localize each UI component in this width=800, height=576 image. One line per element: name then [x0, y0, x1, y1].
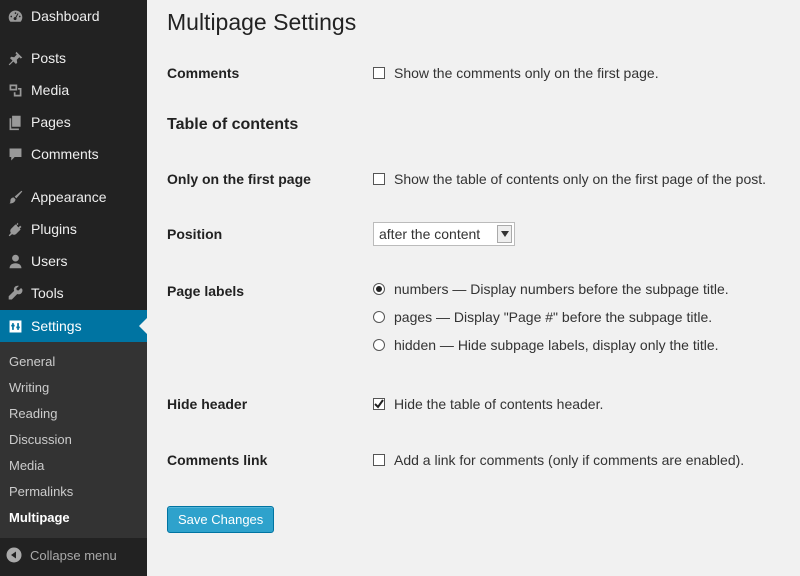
sidebar-item-comments[interactable]: Comments	[0, 138, 147, 170]
collapse-menu-label: Collapse menu	[30, 547, 117, 563]
first-page-option-text: Show the table of contents only on the f…	[394, 171, 767, 187]
wrench-icon	[5, 283, 25, 303]
sidebar-item-label: Tools	[31, 285, 64, 301]
user-icon	[5, 251, 25, 271]
comment-icon	[5, 144, 25, 164]
sidebar-item-posts[interactable]: Posts	[0, 42, 147, 74]
sidebar-item-label: Comments	[31, 146, 99, 162]
checkmark-icon	[374, 399, 384, 409]
sidebar-item-media[interactable]: Media	[0, 74, 147, 106]
comments-link-label: Comments link	[167, 452, 268, 468]
numbers-radio[interactable]	[373, 283, 385, 295]
dashboard-icon	[5, 6, 25, 26]
pages-option-text: pages — Display "Page #" before the subp…	[394, 309, 713, 325]
settings-submenu: General Writing Reading Discussion Media…	[0, 342, 147, 538]
radio-selected-dot	[376, 286, 382, 292]
pin-icon	[5, 48, 25, 68]
toc-first-page-checkbox[interactable]	[373, 173, 385, 185]
sidebar-item-pages[interactable]: Pages	[0, 106, 147, 138]
main-content: Multipage Settings Comments Show the com…	[147, 0, 800, 576]
page-labels-label: Page labels	[167, 283, 245, 299]
page-labels-option-hidden: hidden — Hide subpage labels, display on…	[373, 337, 719, 353]
sidebar-item-label: Settings	[31, 318, 82, 334]
pages-radio[interactable]	[373, 311, 385, 323]
position-label: Position	[167, 226, 223, 242]
sidebar-item-appearance[interactable]: Appearance	[0, 181, 147, 213]
position-select-value: after the content	[379, 226, 481, 242]
sidebar-item-label: Dashboard	[31, 8, 100, 24]
first-page-option: Show the table of contents only on the f…	[373, 171, 766, 187]
chevron-down-icon	[497, 225, 512, 243]
sidebar-item-label: Plugins	[31, 221, 77, 237]
toc-section-title: Table of contents	[167, 116, 299, 133]
submenu-item-multipage[interactable]: Multipage	[9, 510, 70, 525]
sidebar-item-users[interactable]: Users	[0, 245, 147, 277]
position-select[interactable]: after the content	[373, 222, 515, 246]
hide-header-option-text: Hide the table of contents header.	[394, 396, 604, 412]
collapse-arrow-icon	[6, 547, 22, 563]
hidden-option-text: hidden — Hide subpage labels, display on…	[394, 337, 719, 353]
page-title: Multipage Settings	[167, 9, 357, 35]
comments-link-option: Add a link for comments (only if comment…	[373, 452, 744, 468]
pages-icon	[5, 112, 25, 132]
hide-header-option: Hide the table of contents header.	[373, 396, 603, 412]
comments-first-page-checkbox[interactable]	[373, 67, 385, 79]
media-icon	[5, 80, 25, 100]
comments-link-checkbox[interactable]	[373, 454, 385, 466]
page-labels-option-pages: pages — Display "Page #" before the subp…	[373, 309, 712, 325]
submenu-item-general[interactable]: General	[9, 354, 55, 369]
comments-option: Show the comments only on the first page…	[373, 65, 659, 81]
submenu-item-discussion[interactable]: Discussion	[9, 432, 72, 447]
sidebar-item-label: Pages	[31, 114, 71, 130]
sidebar-item-settings[interactable]: Settings	[0, 310, 147, 342]
hide-header-label: Hide header	[167, 396, 248, 412]
plugin-icon	[5, 219, 25, 239]
sidebar-item-label: Media	[31, 82, 70, 98]
admin-sidebar: Dashboard Posts Media Pages Comments App…	[0, 0, 147, 576]
comments-link-option-text: Add a link for comments (only if comment…	[394, 452, 745, 468]
submenu-item-writing[interactable]: Writing	[9, 380, 49, 395]
sidebar-item-label: Appearance	[31, 189, 107, 205]
submenu-item-permalinks[interactable]: Permalinks	[9, 484, 73, 499]
submenu-item-media[interactable]: Media	[9, 458, 44, 473]
sidebar-item-label: Users	[31, 253, 68, 269]
sidebar-item-dashboard[interactable]: Dashboard	[0, 0, 147, 32]
comments-option-text: Show the comments only on the first page…	[394, 65, 659, 81]
brush-icon	[5, 187, 25, 207]
numbers-option-text: numbers — Display numbers before the sub…	[394, 281, 729, 297]
save-changes-button[interactable]: Save Changes	[167, 506, 275, 533]
settings-icon	[5, 316, 25, 336]
sidebar-item-plugins[interactable]: Plugins	[0, 213, 147, 245]
hidden-radio[interactable]	[373, 339, 385, 351]
comments-label: Comments	[167, 65, 240, 81]
collapse-menu-button[interactable]: Collapse menu	[0, 538, 147, 572]
page-labels-option-numbers: numbers — Display numbers before the sub…	[373, 281, 729, 297]
sidebar-item-tools[interactable]: Tools	[0, 277, 147, 309]
sidebar-item-label: Posts	[31, 50, 67, 66]
submenu-item-reading[interactable]: Reading	[9, 406, 57, 421]
first-page-label: Only on the first page	[167, 171, 311, 187]
hide-header-checkbox[interactable]	[373, 398, 385, 410]
